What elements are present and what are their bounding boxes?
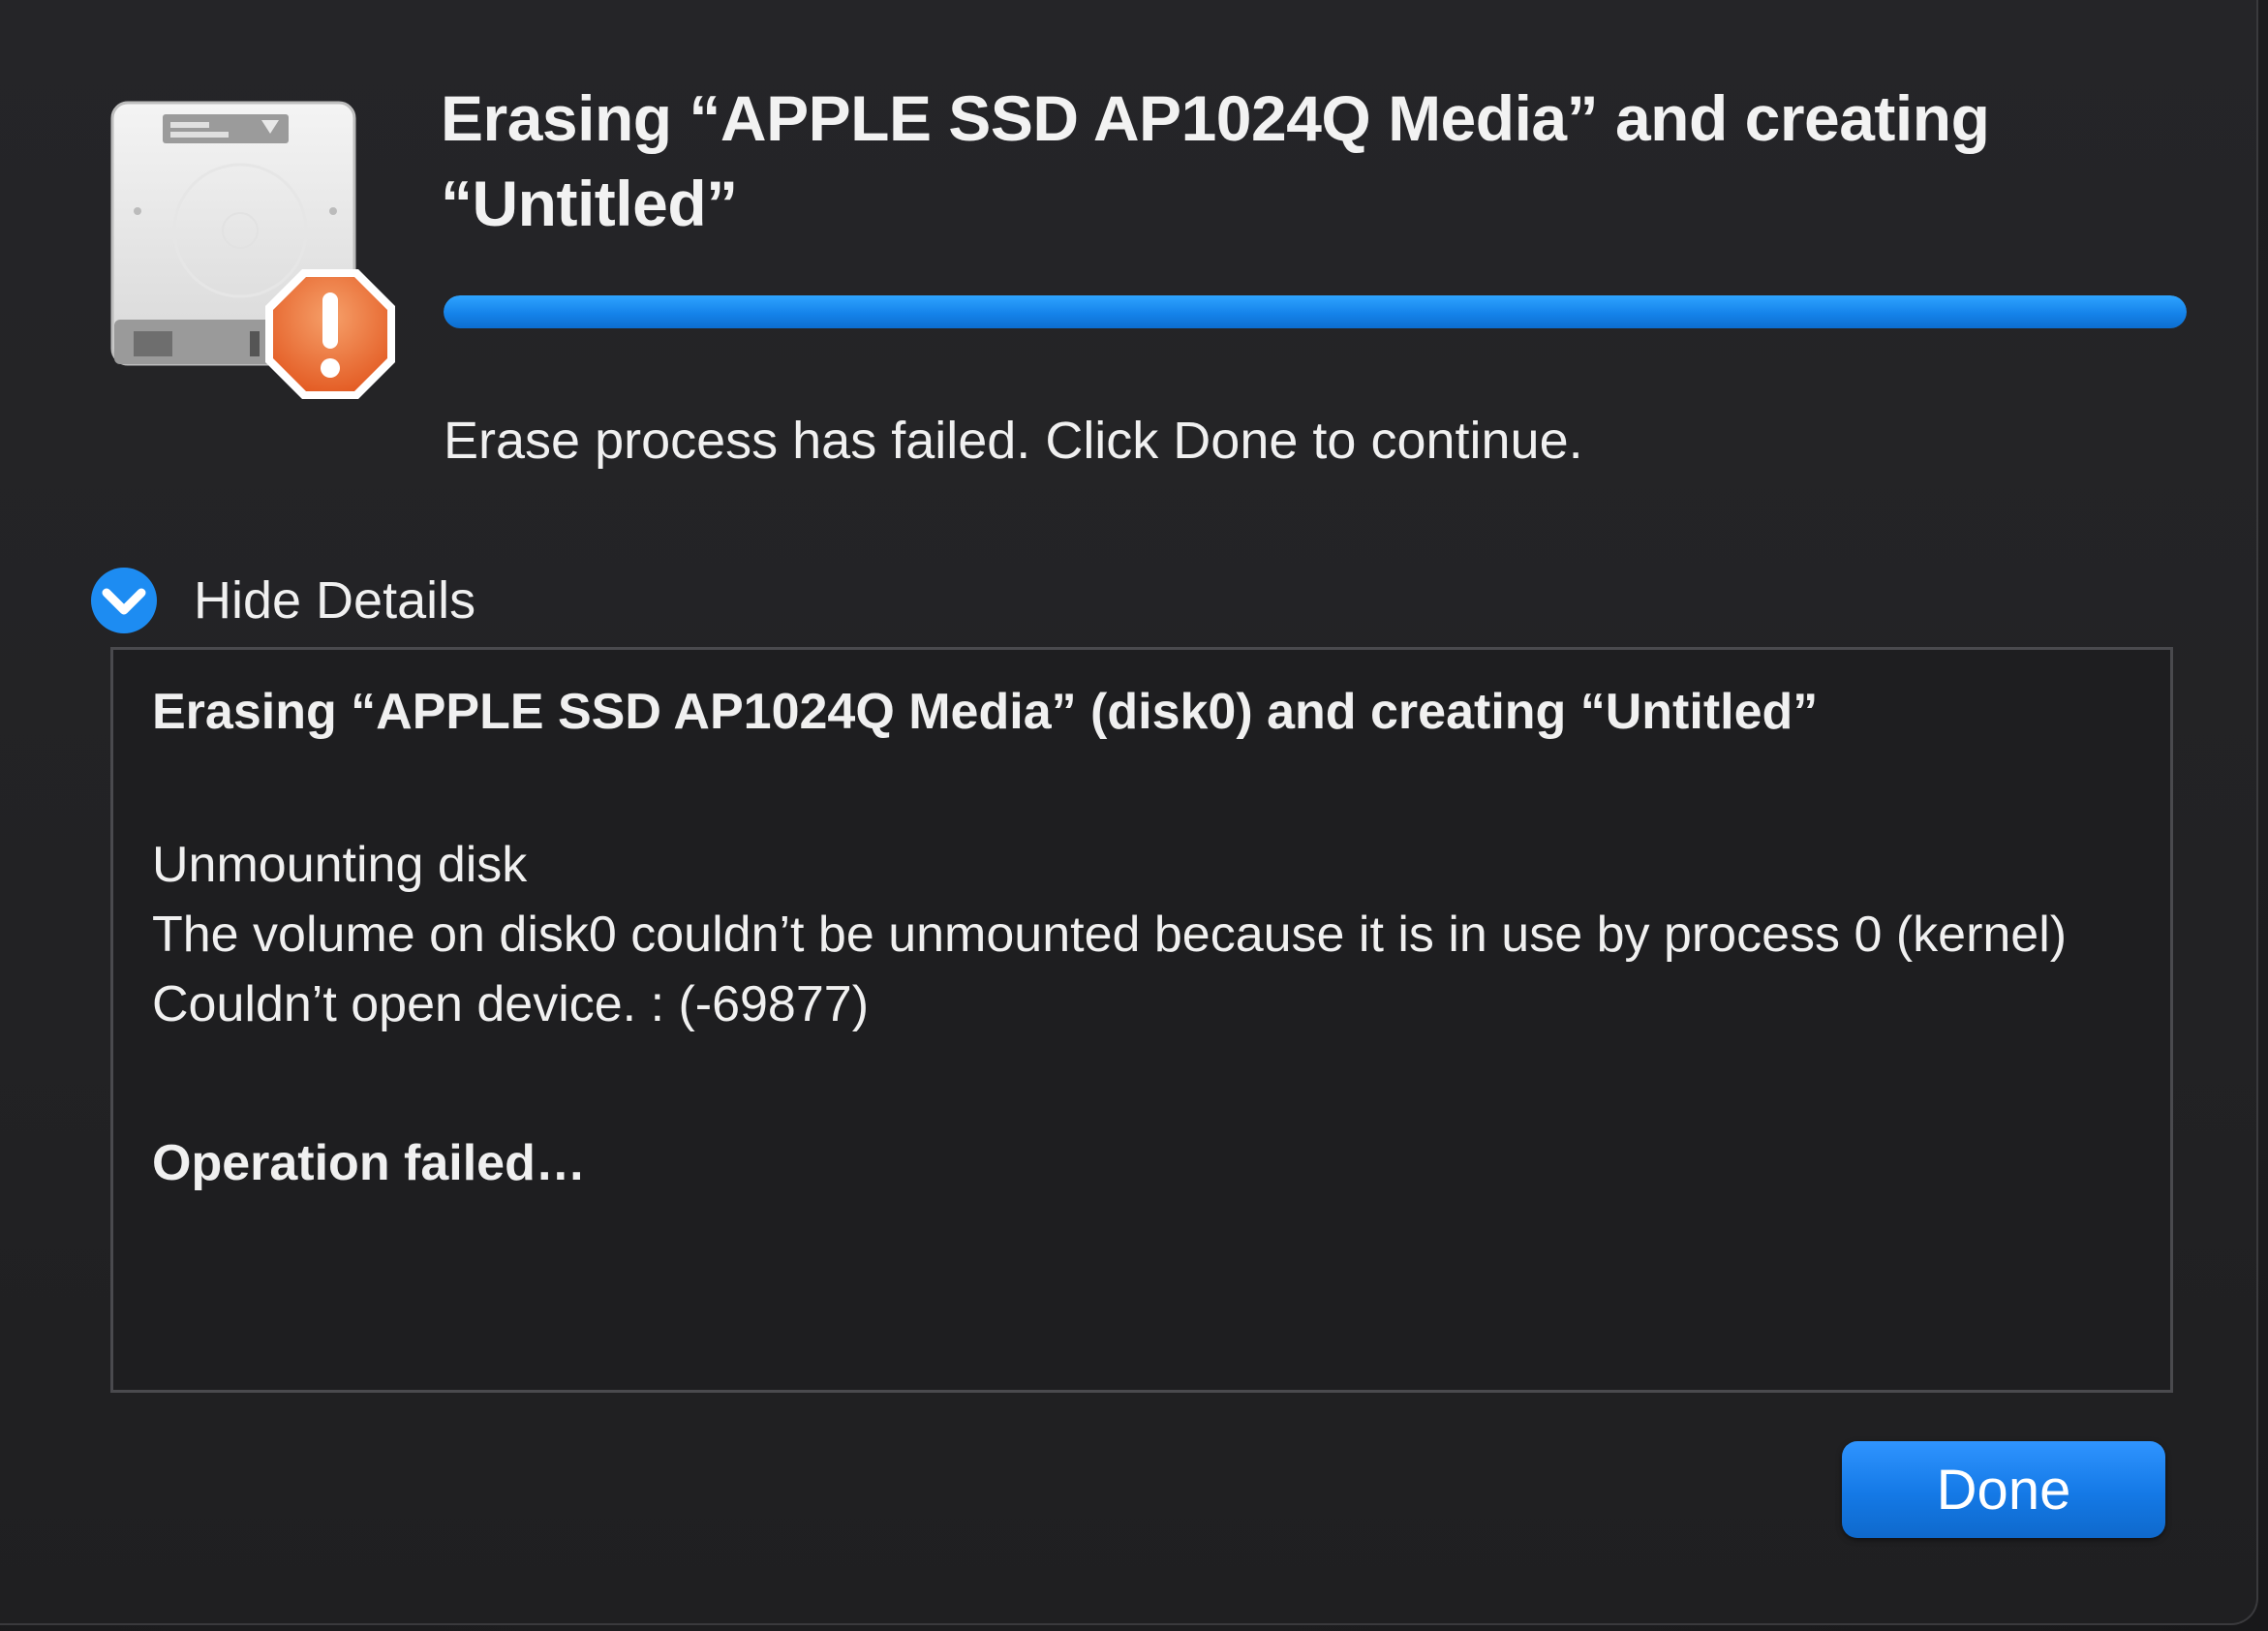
details-line-erasing: Erasing “APPLE SSD AP1024Q Media” (disk0…: [152, 684, 1819, 740]
details-log: Erasing “APPLE SSD AP1024Q Media” (disk0…: [110, 647, 2173, 1393]
details-line-open-device-error: Couldn’t open device. : (-69877): [152, 976, 870, 1032]
erase-dialog: Erasing “APPLE SSD AP1024Q Media” and cr…: [0, 0, 2258, 1625]
details-line-volume-in-use: The volume on disk0 couldn’t be unmounte…: [152, 907, 2068, 963]
dialog-title: Erasing “APPLE SSD AP1024Q Media” and cr…: [441, 82, 1990, 239]
details-line-unmounting: Unmounting disk: [152, 837, 528, 893]
chevron-down-icon[interactable]: [89, 566, 159, 635]
progress-bar: [444, 295, 2187, 328]
done-button[interactable]: Done: [1842, 1441, 2165, 1538]
hide-details-toggle[interactable]: Hide Details: [89, 562, 475, 639]
details-line-operation-failed: Operation failed…: [152, 1135, 586, 1191]
warning-badge-icon: [265, 269, 395, 399]
screen: Erasing “APPLE SSD AP1024Q Media” and cr…: [0, 0, 2268, 1631]
progress-fill: [444, 295, 2187, 328]
status-message: Erase process has failed. Click Done to …: [444, 412, 1583, 470]
hide-details-label: Hide Details: [194, 571, 476, 630]
